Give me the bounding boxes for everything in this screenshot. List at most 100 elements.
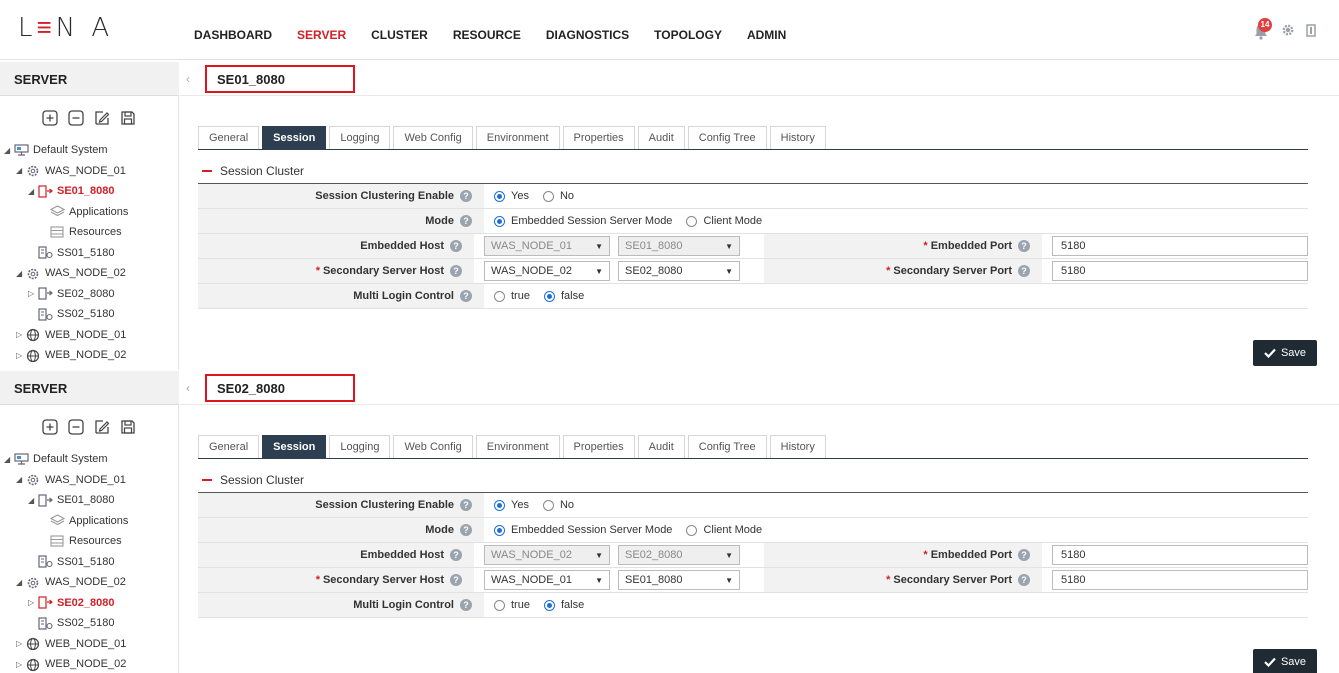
help-icon[interactable]: ? (1018, 265, 1030, 277)
collapse-all-icon[interactable] (68, 110, 84, 126)
tab-history[interactable]: History (769, 435, 826, 459)
tab-audit[interactable]: Audit (637, 435, 685, 459)
logout-icon[interactable] (1305, 23, 1317, 40)
clustering-yes-radio[interactable]: Yes (494, 190, 529, 202)
embedded-port-input[interactable]: 5180 (1052, 236, 1308, 256)
lena-logo[interactable]: L≡N A (18, 12, 113, 43)
tree-item-se02-8080[interactable]: ▷ SE02_8080 (4, 284, 128, 305)
tree-item-resources[interactable]: Resources (4, 531, 128, 552)
help-icon[interactable]: ? (460, 290, 472, 302)
tree-item-was-node-01[interactable]: ◢ WAS_NODE_01 (4, 161, 128, 182)
collapse-arrow-icon[interactable]: ‹ (186, 72, 190, 86)
tree-item-web-node-02[interactable]: ▷ WEB_NODE_02 (4, 654, 128, 673)
edit-icon[interactable] (94, 110, 110, 126)
expand-toggle-icon[interactable]: ◢ (16, 475, 26, 484)
expand-toggle-icon[interactable]: ▷ (16, 351, 26, 360)
expand-toggle-icon[interactable]: ▷ (16, 660, 26, 669)
tab-config-tree[interactable]: Config Tree (687, 435, 767, 459)
tab-web-config[interactable]: Web Config (393, 435, 473, 459)
secondary-host-node-select[interactable]: WAS_NODE_02 ▼ (484, 261, 611, 281)
tree-item-web-node-01[interactable]: ▷ WEB_NODE_01 (4, 634, 128, 655)
expand-toggle-icon[interactable]: ▷ (16, 639, 26, 648)
tree-item-resources[interactable]: Resources (4, 222, 128, 243)
save-button[interactable]: Save (1253, 340, 1317, 366)
tab-web-config[interactable]: Web Config (393, 126, 473, 150)
tab-logging[interactable]: Logging (329, 126, 391, 150)
help-icon[interactable]: ? (460, 599, 472, 611)
tree-item-was-node-01[interactable]: ◢ WAS_NODE_01 (4, 470, 128, 491)
tree-item-ss01-5180[interactable]: SS01_5180 (4, 552, 128, 573)
embedded-port-input[interactable]: 5180 (1052, 545, 1308, 565)
help-icon[interactable]: ? (450, 240, 463, 252)
mode-embedded-radio[interactable]: Embedded Session Server Mode (494, 524, 672, 536)
tab-history[interactable]: History (769, 126, 826, 150)
expand-toggle-icon[interactable]: ◢ (16, 269, 26, 278)
tree-item-default system[interactable]: ◢ Default System (4, 140, 128, 161)
tab-environment[interactable]: Environment (475, 126, 560, 150)
tab-properties[interactable]: Properties (562, 126, 635, 150)
tree-item-se01-8080[interactable]: ◢ SE01_8080 (4, 490, 128, 511)
nav-cluster[interactable]: CLUSTER (371, 28, 428, 42)
expand-toggle-icon[interactable]: ▷ (16, 330, 26, 339)
secondary-port-input[interactable]: 5180 (1052, 261, 1308, 281)
help-icon[interactable]: ? (450, 549, 463, 561)
help-icon[interactable]: ? (460, 190, 472, 202)
tree-item-se02-8080[interactable]: ▷ SE02_8080 (4, 593, 128, 614)
multi-login-false-radio[interactable]: false (543, 290, 584, 302)
edit-icon[interactable] (94, 419, 110, 435)
help-icon[interactable]: ? (460, 215, 472, 227)
clustering-yes-radio[interactable]: Yes (494, 499, 529, 511)
collapse-all-icon[interactable] (68, 419, 84, 435)
expand-all-icon[interactable] (42, 110, 58, 126)
save-button[interactable]: Save (1253, 649, 1317, 673)
tree-item-ss02-5180[interactable]: SS02_5180 (4, 304, 128, 325)
expand-toggle-icon[interactable]: ◢ (28, 187, 38, 196)
secondary-host-node-select[interactable]: WAS_NODE_01 ▼ (484, 570, 611, 590)
multi-login-true-radio[interactable]: true (494, 290, 530, 302)
collapse-minus-icon[interactable] (202, 170, 212, 172)
tab-environment[interactable]: Environment (475, 435, 560, 459)
tree-item-se01-8080[interactable]: ◢ SE01_8080 (4, 181, 128, 202)
help-icon[interactable]: ? (460, 524, 472, 536)
tab-audit[interactable]: Audit (637, 126, 685, 150)
expand-toggle-icon[interactable]: ◢ (4, 146, 14, 155)
section-header[interactable]: Session Cluster (202, 473, 304, 487)
tab-properties[interactable]: Properties (562, 435, 635, 459)
help-icon[interactable]: ? (1018, 240, 1030, 252)
expand-toggle-icon[interactable]: ▷ (28, 289, 38, 298)
help-icon[interactable]: ? (1018, 549, 1030, 561)
notification-bell-icon[interactable]: 14 (1253, 18, 1272, 40)
expand-toggle-icon[interactable]: ◢ (16, 166, 26, 175)
nav-admin[interactable]: ADMIN (747, 28, 786, 42)
help-icon[interactable]: ? (450, 574, 463, 586)
expand-all-icon[interactable] (42, 419, 58, 435)
mode-embedded-radio[interactable]: Embedded Session Server Mode (494, 215, 672, 227)
mode-client-radio[interactable]: Client Mode (686, 524, 762, 536)
help-icon[interactable]: ? (460, 499, 472, 511)
tree-item-applications[interactable]: Applications (4, 511, 128, 532)
nav-dashboard[interactable]: DASHBOARD (194, 28, 272, 42)
expand-toggle-icon[interactable]: ▷ (28, 598, 38, 607)
multi-login-true-radio[interactable]: true (494, 599, 530, 611)
clustering-no-radio[interactable]: No (542, 499, 574, 511)
nav-resource[interactable]: RESOURCE (453, 28, 521, 42)
collapse-minus-icon[interactable] (202, 479, 212, 481)
help-icon[interactable]: ? (450, 265, 463, 277)
nav-diagnostics[interactable]: DIAGNOSTICS (546, 28, 629, 42)
tree-item-web-node-02[interactable]: ▷ WEB_NODE_02 (4, 345, 128, 366)
tab-config-tree[interactable]: Config Tree (687, 126, 767, 150)
expand-toggle-icon[interactable]: ◢ (28, 496, 38, 505)
tab-session[interactable]: Session (262, 435, 327, 459)
help-icon[interactable]: ? (1018, 574, 1030, 586)
tree-item-web-node-01[interactable]: ▷ WEB_NODE_01 (4, 325, 128, 346)
tree-item-ss01-5180[interactable]: SS01_5180 (4, 243, 128, 264)
gear-icon[interactable] (1281, 23, 1295, 40)
tab-session[interactable]: Session (262, 126, 327, 150)
save-icon[interactable] (120, 110, 136, 126)
tab-general[interactable]: General (198, 435, 260, 459)
collapse-arrow-icon[interactable]: ‹ (186, 381, 190, 395)
expand-toggle-icon[interactable]: ◢ (16, 578, 26, 587)
tree-item-applications[interactable]: Applications (4, 202, 128, 223)
nav-topology[interactable]: TOPOLOGY (654, 28, 722, 42)
tree-item-ss02-5180[interactable]: SS02_5180 (4, 613, 128, 634)
